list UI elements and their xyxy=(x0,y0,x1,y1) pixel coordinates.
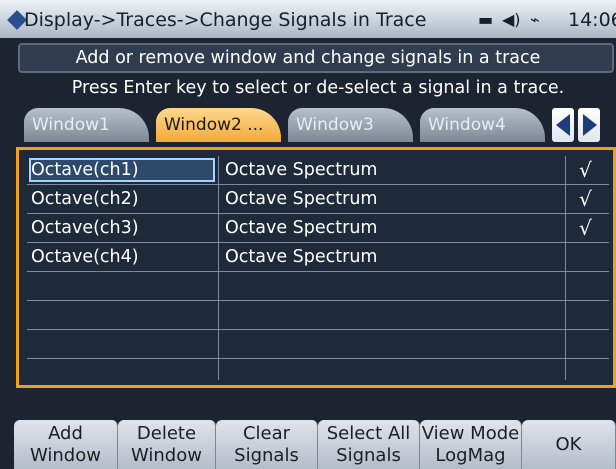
signal-checkmark: √ xyxy=(579,158,592,182)
view-mode-label-line2: LogMag xyxy=(435,445,506,466)
signal-name: Octave(ch4) xyxy=(31,247,139,267)
row-divider xyxy=(27,358,609,359)
add-window-label-line1: Add xyxy=(48,423,83,444)
ok-button[interactable]: OK xyxy=(522,420,616,469)
signal-name: Octave(ch3) xyxy=(31,218,139,238)
table-row[interactable]: Octave(ch1) Octave Spectrum √ xyxy=(27,156,609,184)
add-window-label-line2: Window xyxy=(30,445,101,466)
tab-window1[interactable]: Window1 xyxy=(24,108,149,142)
clear-signals-label-line1: Clear xyxy=(242,423,291,444)
signal-type: Octave Spectrum xyxy=(225,189,378,209)
signal-checkmark: √ xyxy=(579,187,592,211)
signal-name: Octave(ch1) xyxy=(31,160,139,180)
ok-label: OK xyxy=(555,434,582,455)
delete-window-button[interactable]: Delete Window xyxy=(118,420,216,469)
battery-icon: ▬ xyxy=(478,10,494,29)
tab-window2[interactable]: Window2 ... xyxy=(156,108,281,142)
scroll-tabs-right-button[interactable] xyxy=(578,108,600,142)
instructions-line1: Add or remove window and change signals … xyxy=(75,48,541,68)
speaker-icon: ◀) xyxy=(502,10,521,29)
tab-window3[interactable]: Window3 xyxy=(288,108,413,142)
add-window-button[interactable]: Add Window xyxy=(14,420,118,469)
signal-type: Octave Spectrum xyxy=(225,160,378,180)
signal-type: Octave Spectrum xyxy=(225,247,378,267)
clear-signals-button[interactable]: Clear Signals xyxy=(216,420,318,469)
row-divider xyxy=(27,271,609,272)
table-row[interactable]: Octave(ch4) Octave Spectrum xyxy=(27,243,609,271)
clear-signals-label-line2: Signals xyxy=(234,445,299,466)
breadcrumb: Display->Traces->Change Signals in Trace xyxy=(24,9,427,31)
delete-window-label-line2: Window xyxy=(131,445,202,466)
arrow-left-icon xyxy=(556,114,570,136)
table-row[interactable]: Octave(ch2) Octave Spectrum √ xyxy=(27,185,609,213)
title-bar: Display->Traces->Change Signals in Trace… xyxy=(0,0,616,38)
select-all-label-line1: Select All xyxy=(326,423,411,444)
clock: 14:06 xyxy=(568,9,616,31)
signals-table: Octave(ch1) Octave Spectrum √ Octave(ch2… xyxy=(16,147,616,388)
view-mode-button[interactable]: View Mode LogMag xyxy=(420,420,522,469)
table-row[interactable]: Octave(ch3) Octave Spectrum √ xyxy=(27,214,609,242)
row-divider xyxy=(27,300,609,301)
tab-window4[interactable]: Window4 xyxy=(420,108,545,142)
signal-checkmark: √ xyxy=(579,216,592,240)
instructions-line2: Press Enter key to select or de-select a… xyxy=(71,78,565,98)
row-divider xyxy=(27,329,609,330)
network-icon: ⌁ xyxy=(530,10,540,29)
view-mode-label-line1: View Mode xyxy=(421,423,520,444)
select-all-signals-button[interactable]: Select All Signals xyxy=(318,420,420,469)
signal-type: Octave Spectrum xyxy=(225,218,378,238)
signal-name: Octave(ch2) xyxy=(31,189,139,209)
select-all-label-line2: Signals xyxy=(336,445,401,466)
delete-window-label-line1: Delete xyxy=(136,423,197,444)
scroll-tabs-left-button[interactable] xyxy=(552,108,574,142)
arrow-right-icon xyxy=(583,114,597,136)
